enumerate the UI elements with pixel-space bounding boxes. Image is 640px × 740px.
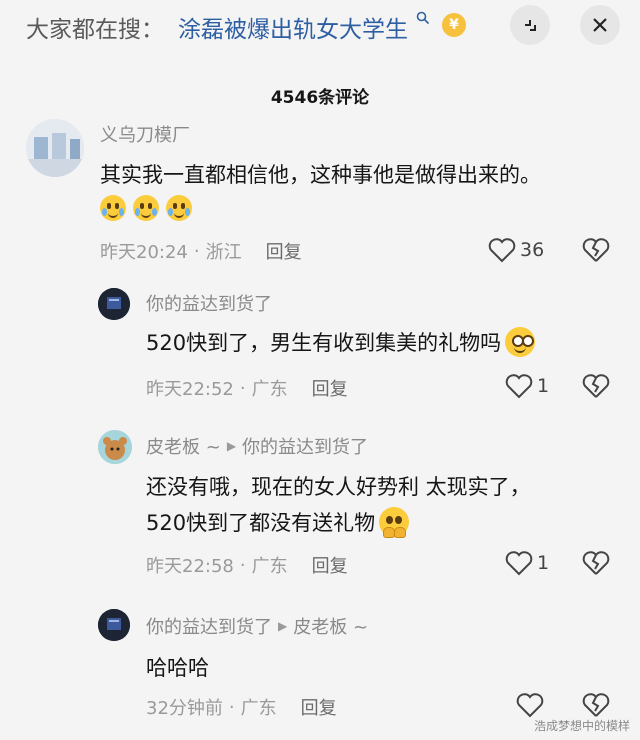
separator: · bbox=[239, 554, 246, 576]
comment-location: 广东 bbox=[240, 698, 277, 719]
comment-location: 广东 bbox=[251, 556, 288, 577]
comment-time: 昨天20:24 bbox=[100, 242, 188, 263]
avatar[interactable] bbox=[98, 430, 132, 464]
reply-to-username[interactable]: 你的益达到货了 bbox=[242, 433, 368, 459]
reply-button[interactable]: 回复 bbox=[301, 694, 337, 720]
comment-item: 皮老板 ~ ▶ 你的益达到货了 还没有哦，现在的女人好势利 太现实了， 520快… bbox=[0, 425, 640, 585]
pleading-emoji bbox=[379, 507, 410, 538]
comment-username[interactable]: 你的益达到货了 bbox=[146, 613, 272, 639]
like-count: 1 bbox=[537, 375, 550, 397]
separator: · bbox=[193, 240, 200, 262]
comment-count: 4546条评论 bbox=[270, 88, 370, 108]
reply-button[interactable]: 回复 bbox=[312, 552, 348, 578]
comment-location: 广东 bbox=[251, 379, 288, 400]
search-suggestion-link[interactable]: 涂磊被爆出轨女大学生 bbox=[178, 10, 408, 44]
avatar[interactable] bbox=[26, 119, 84, 177]
reply-arrow-icon: ▶ bbox=[278, 619, 288, 633]
comment-username[interactable]: 义乌刀模厂 bbox=[100, 121, 190, 147]
emoji-row bbox=[100, 195, 194, 221]
comment-username[interactable]: 你的益达到货了 bbox=[146, 290, 272, 316]
reply-button[interactable]: 回复 bbox=[266, 238, 302, 264]
comment-author-line: 你的益达到货了 ▶ 皮老板 ~ bbox=[146, 613, 368, 639]
heart-icon bbox=[488, 238, 516, 263]
comment-meta: 昨天22:58 · 广东 回复 bbox=[146, 552, 348, 578]
separator: · bbox=[228, 696, 235, 718]
comment-text: 还没有哦，现在的女人好势利 太现实了， bbox=[146, 475, 531, 499]
like-count: 36 bbox=[520, 239, 545, 261]
comment-item: 义乌刀模厂 其实我一直都相信他，这种事他是做得出来的。 昨天20:24 · 浙江… bbox=[0, 115, 640, 275]
like-count: 1 bbox=[537, 552, 550, 574]
broken-heart-icon bbox=[582, 551, 610, 575]
comment-location: 浙江 bbox=[205, 242, 242, 263]
comment-time: 32分钟前 bbox=[146, 698, 223, 719]
watermark: 浩成梦想中的模样 bbox=[533, 719, 630, 733]
reply-arrow-icon: ▶ bbox=[226, 439, 237, 453]
comment-meta: 昨天20:24 · 浙江 回复 bbox=[100, 238, 302, 264]
close-button[interactable] bbox=[580, 5, 620, 45]
like-button[interactable]: 1 bbox=[505, 373, 549, 399]
dislike-button[interactable] bbox=[582, 373, 610, 403]
comment-time: 昨天22:58 bbox=[146, 556, 234, 577]
search-prefix: 大家都在搜： bbox=[26, 17, 164, 43]
reply-to-username[interactable]: 皮老板 ~ bbox=[293, 613, 368, 639]
coin-icon[interactable]: ¥ bbox=[442, 13, 466, 37]
like-button[interactable]: 36 bbox=[488, 237, 544, 263]
heart-icon bbox=[505, 551, 533, 576]
comment-text-line: 520快到了，男生有收到集美的礼物吗 bbox=[146, 327, 537, 357]
comment-text: 其实我一直都相信他，这种事他是做得出来的。 bbox=[100, 163, 541, 187]
crying-emoji bbox=[100, 195, 126, 221]
broken-heart-icon bbox=[582, 693, 610, 717]
reply-button[interactable]: 回复 bbox=[312, 375, 348, 401]
comment-item: 你的益达到货了 ▶ 皮老板 ~ 哈哈哈 32分钟前 · 广东 回复 bbox=[0, 604, 640, 724]
like-button[interactable] bbox=[516, 692, 544, 718]
separator: · bbox=[239, 377, 246, 399]
smirk-emoji bbox=[505, 327, 536, 357]
comment-text: 哈哈哈 bbox=[146, 656, 209, 680]
dislike-button[interactable] bbox=[582, 550, 610, 580]
top-bar: 大家都在搜： 涂磊被爆出轨女大学生 ¥ bbox=[0, 0, 640, 56]
search-icon bbox=[416, 10, 430, 25]
close-icon bbox=[593, 18, 607, 32]
crying-emoji bbox=[166, 195, 193, 221]
comment-meta: 昨天22:52 · 广东 回复 bbox=[146, 375, 348, 401]
crying-emoji bbox=[133, 195, 160, 221]
comment-author-line: 皮老板 ~ ▶ 你的益达到货了 bbox=[146, 433, 368, 459]
comment-text: 520快到了都没有送礼物 bbox=[146, 511, 376, 535]
heart-icon bbox=[516, 693, 544, 718]
comment-item: 你的益达到货了 520快到了，男生有收到集美的礼物吗 昨天22:52 · 广东 … bbox=[0, 283, 640, 403]
heart-icon bbox=[505, 374, 533, 399]
avatar[interactable] bbox=[98, 609, 130, 641]
like-button[interactable]: 1 bbox=[505, 550, 549, 576]
comment-username[interactable]: 皮老板 ~ bbox=[146, 433, 221, 459]
comment-meta: 32分钟前 · 广东 回复 bbox=[146, 694, 337, 720]
minimize-button[interactable] bbox=[510, 5, 550, 45]
avatar[interactable] bbox=[98, 288, 130, 320]
minimize-icon bbox=[525, 20, 536, 31]
comment-text-line: 520快到了都没有送礼物 bbox=[146, 507, 411, 538]
comment-text: 520快到了，男生有收到集美的礼物吗 bbox=[146, 331, 502, 355]
broken-heart-icon bbox=[582, 374, 610, 398]
dislike-button[interactable] bbox=[582, 237, 610, 267]
comment-time: 昨天22:52 bbox=[146, 379, 234, 400]
broken-heart-icon bbox=[582, 238, 610, 262]
